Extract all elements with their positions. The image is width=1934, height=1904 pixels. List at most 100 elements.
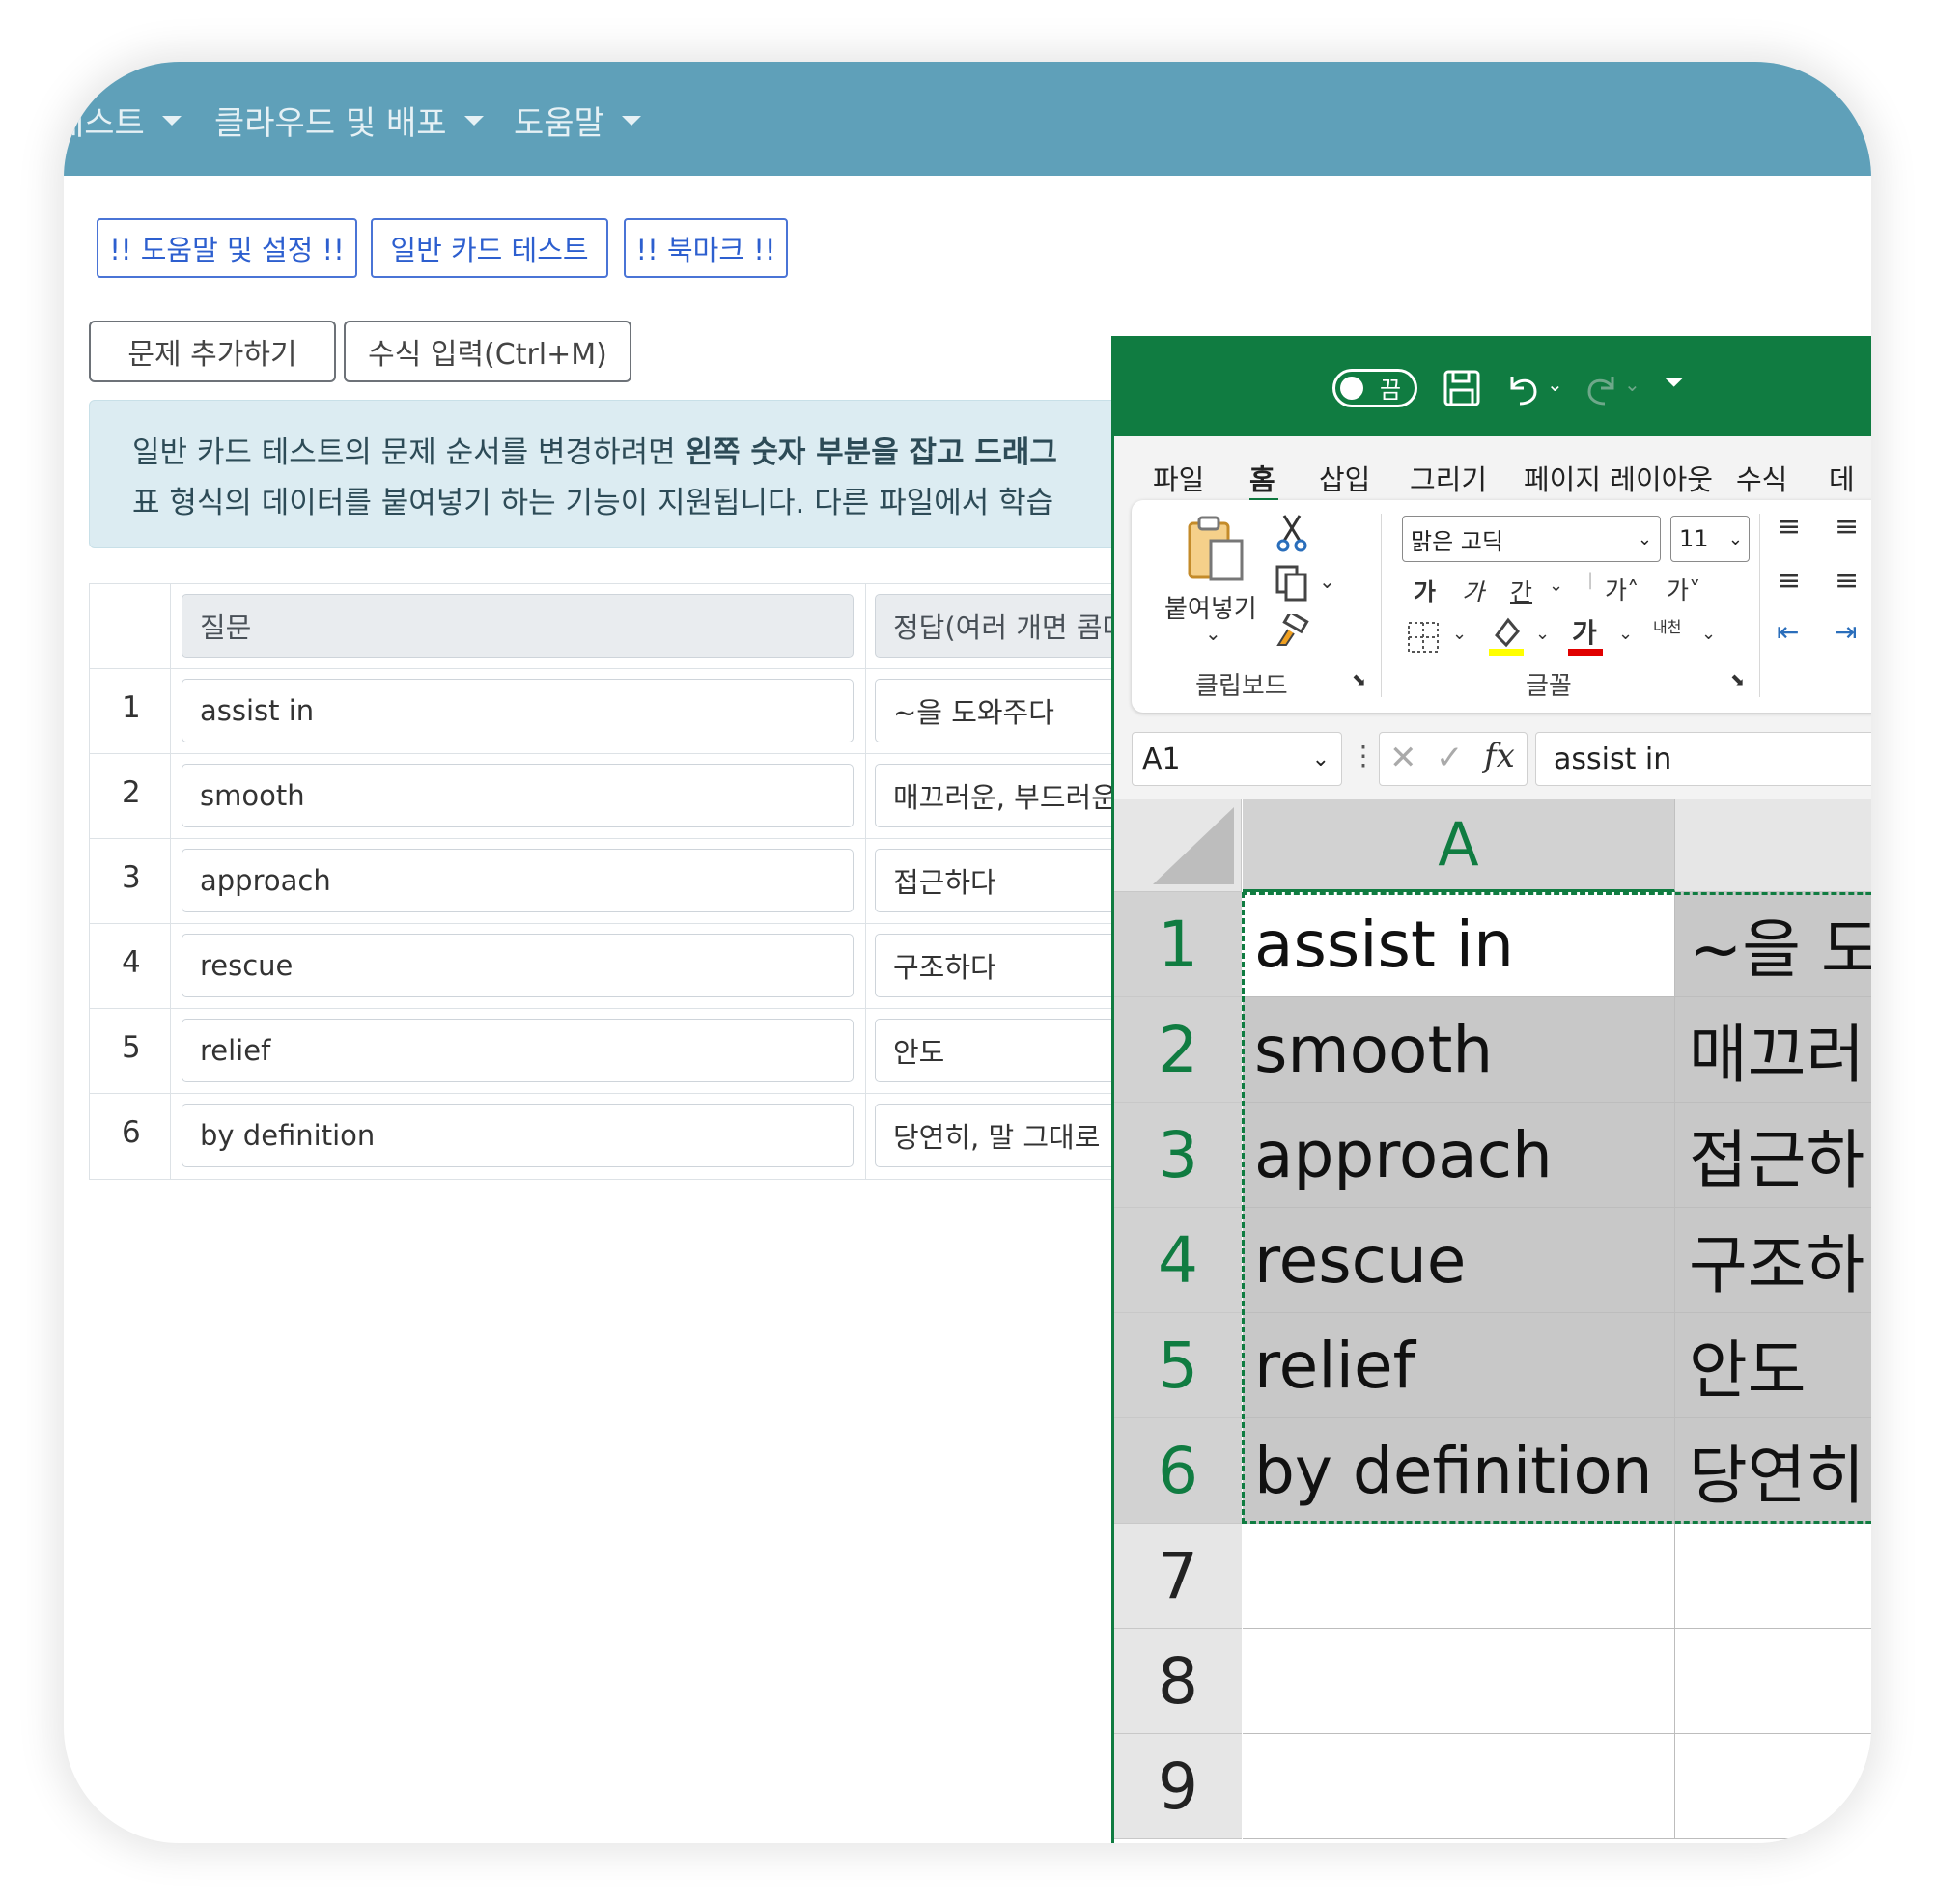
cell-b5[interactable]: 안도	[1675, 1313, 1871, 1418]
cancel-icon[interactable]: ✕	[1389, 739, 1417, 777]
grow-font-button[interactable]: 가˄	[1605, 572, 1640, 606]
borders-dropdown-icon[interactable]: ⌄	[1452, 624, 1467, 644]
question-input[interactable]: relief	[182, 1019, 854, 1082]
cell-b3[interactable]: 접근하	[1675, 1103, 1871, 1208]
name-box[interactable]: A1 ⌄	[1132, 732, 1342, 786]
insert-function-icon[interactable]: fx	[1484, 737, 1515, 775]
row-header[interactable]: 1	[1114, 892, 1242, 997]
cell-b8[interactable]	[1675, 1629, 1871, 1734]
cell-a8[interactable]	[1243, 1629, 1675, 1734]
cell-a2[interactable]: smooth	[1243, 997, 1675, 1103]
align-top-icon[interactable]: ≡	[1777, 510, 1801, 544]
menu-tab-file[interactable]: 파일	[1153, 458, 1204, 498]
cut-icon[interactable]	[1275, 514, 1309, 552]
row-number-handle[interactable]: 3	[122, 860, 141, 895]
menu-tab-page-layout[interactable]: 페이지 레이아웃	[1524, 458, 1713, 498]
fill-color-icon[interactable]	[1487, 614, 1526, 657]
row-header[interactable]: 4	[1114, 1208, 1242, 1313]
row-header[interactable]: 5	[1114, 1313, 1242, 1418]
cell-a7[interactable]	[1243, 1524, 1675, 1629]
font-dialog-launcher-icon[interactable]: ⬊	[1730, 670, 1745, 690]
row-header[interactable]: 8	[1114, 1629, 1242, 1734]
row-number-handle[interactable]: 1	[122, 690, 141, 725]
question-input[interactable]: approach	[182, 849, 854, 912]
bold-button[interactable]: 가	[1414, 574, 1436, 608]
row-header[interactable]: 6	[1114, 1418, 1242, 1524]
cell-a6[interactable]: by definition	[1243, 1418, 1675, 1524]
copy-icon[interactable]	[1275, 564, 1309, 602]
question-input[interactable]: by definition	[182, 1104, 854, 1167]
row-header[interactable]: 7	[1114, 1524, 1242, 1629]
underline-dropdown-icon[interactable]: ⌄	[1549, 575, 1563, 596]
cell-b7[interactable]	[1675, 1524, 1871, 1629]
borders-icon[interactable]	[1406, 620, 1441, 655]
font-name-select[interactable]: 맑은 고딕 ⌄	[1402, 516, 1661, 562]
copy-dropdown-icon[interactable]: ⌄	[1319, 570, 1335, 593]
formula-input[interactable]: assist in	[1535, 732, 1871, 786]
phonetic-dropdown-icon[interactable]: ⌄	[1701, 624, 1716, 644]
cell-a3[interactable]: approach	[1243, 1103, 1675, 1208]
format-painter-icon[interactable]	[1275, 614, 1309, 649]
cell-a1[interactable]: assist in	[1243, 892, 1675, 997]
phonetic-guide-button[interactable]: 내천	[1653, 614, 1681, 637]
customize-quick-access-icon[interactable]: ⏷	[1665, 369, 1683, 396]
paste-dropdown-icon[interactable]: ⌄	[1205, 622, 1221, 645]
autosave-toggle[interactable]: 끔	[1332, 369, 1417, 407]
decrease-indent-icon[interactable]: ⇤	[1777, 616, 1799, 648]
menu-tab-home[interactable]: 홈	[1249, 458, 1275, 498]
save-icon[interactable]	[1443, 369, 1481, 407]
enter-icon[interactable]: ✓	[1436, 739, 1464, 777]
formula-input-button[interactable]: 수식 입력(Ctrl+M)	[344, 321, 631, 382]
cell-a9[interactable]	[1243, 1734, 1675, 1839]
bookmark-button[interactable]: !! 북마크 !!	[624, 218, 788, 278]
cell-b9[interactable]	[1675, 1734, 1871, 1839]
add-question-button[interactable]: 문제 추가하기	[89, 321, 336, 382]
row-number-handle[interactable]: 6	[122, 1115, 141, 1150]
paste-icon[interactable]	[1186, 516, 1246, 583]
paste-label[interactable]: 붙여넣기	[1164, 589, 1257, 625]
row-number-handle[interactable]: 4	[122, 945, 141, 980]
help-settings-button[interactable]: !! 도움말 및 설정 !!	[97, 218, 357, 278]
underline-button[interactable]: 간	[1510, 574, 1532, 608]
font-color-button[interactable]: 가	[1572, 612, 1597, 651]
select-all-corner[interactable]	[1114, 799, 1242, 892]
cell-b2[interactable]: 매끄러	[1675, 997, 1871, 1103]
row-header[interactable]: 9	[1114, 1734, 1242, 1839]
menu-tab-formulas[interactable]: 수식	[1736, 458, 1787, 498]
align-center-icon[interactable]: ≡	[1835, 564, 1859, 598]
nav-item-help[interactable]: 도움말	[514, 97, 641, 144]
row-number-handle[interactable]: 2	[122, 775, 141, 810]
row-header[interactable]: 3	[1114, 1103, 1242, 1208]
cell-a5[interactable]: relief	[1243, 1313, 1675, 1418]
cell-b1[interactable]: ~을 도	[1675, 892, 1871, 997]
font-size-select[interactable]: 11 ⌄	[1670, 516, 1750, 562]
align-left-icon[interactable]: ≡	[1777, 564, 1801, 598]
row-number-handle[interactable]: 5	[122, 1030, 141, 1065]
column-header-a[interactable]: A	[1243, 799, 1675, 892]
row-header[interactable]: 2	[1114, 997, 1242, 1103]
increase-indent-icon[interactable]: ⇥	[1835, 616, 1857, 648]
nav-item-test[interactable]: 테스트	[64, 97, 182, 144]
shrink-font-button[interactable]: 가˅	[1667, 572, 1701, 606]
cell-a4[interactable]: rescue	[1243, 1208, 1675, 1313]
cell-b4[interactable]: 구조하	[1675, 1208, 1871, 1313]
font-color-dropdown-icon[interactable]: ⌄	[1618, 624, 1633, 644]
align-middle-icon[interactable]: ≡	[1835, 510, 1859, 544]
more-options-icon[interactable]: ⋮	[1350, 740, 1377, 771]
undo-dropdown-icon[interactable]: ⌄	[1547, 373, 1563, 396]
clipboard-dialog-launcher-icon[interactable]: ⬊	[1352, 670, 1366, 690]
undo-icon[interactable]	[1504, 369, 1543, 407]
menu-tab-insert[interactable]: 삽입	[1319, 458, 1370, 498]
nav-item-cloud-deploy[interactable]: 클라우드 및 배포	[214, 97, 484, 144]
cell-b6[interactable]: 당연히	[1675, 1418, 1871, 1524]
card-test-button[interactable]: 일반 카드 테스트	[371, 218, 608, 278]
italic-button[interactable]: 가	[1462, 574, 1484, 608]
column-header-b[interactable]	[1675, 799, 1871, 892]
fill-color-dropdown-icon[interactable]: ⌄	[1535, 624, 1550, 644]
question-input[interactable]: smooth	[182, 764, 854, 827]
question-input[interactable]: rescue	[182, 934, 854, 997]
question-input[interactable]: assist in	[182, 679, 854, 742]
menu-tab-data[interactable]: 데	[1829, 458, 1855, 498]
redo-icon[interactable]	[1582, 369, 1620, 407]
menu-tab-draw[interactable]: 그리기	[1410, 458, 1487, 498]
